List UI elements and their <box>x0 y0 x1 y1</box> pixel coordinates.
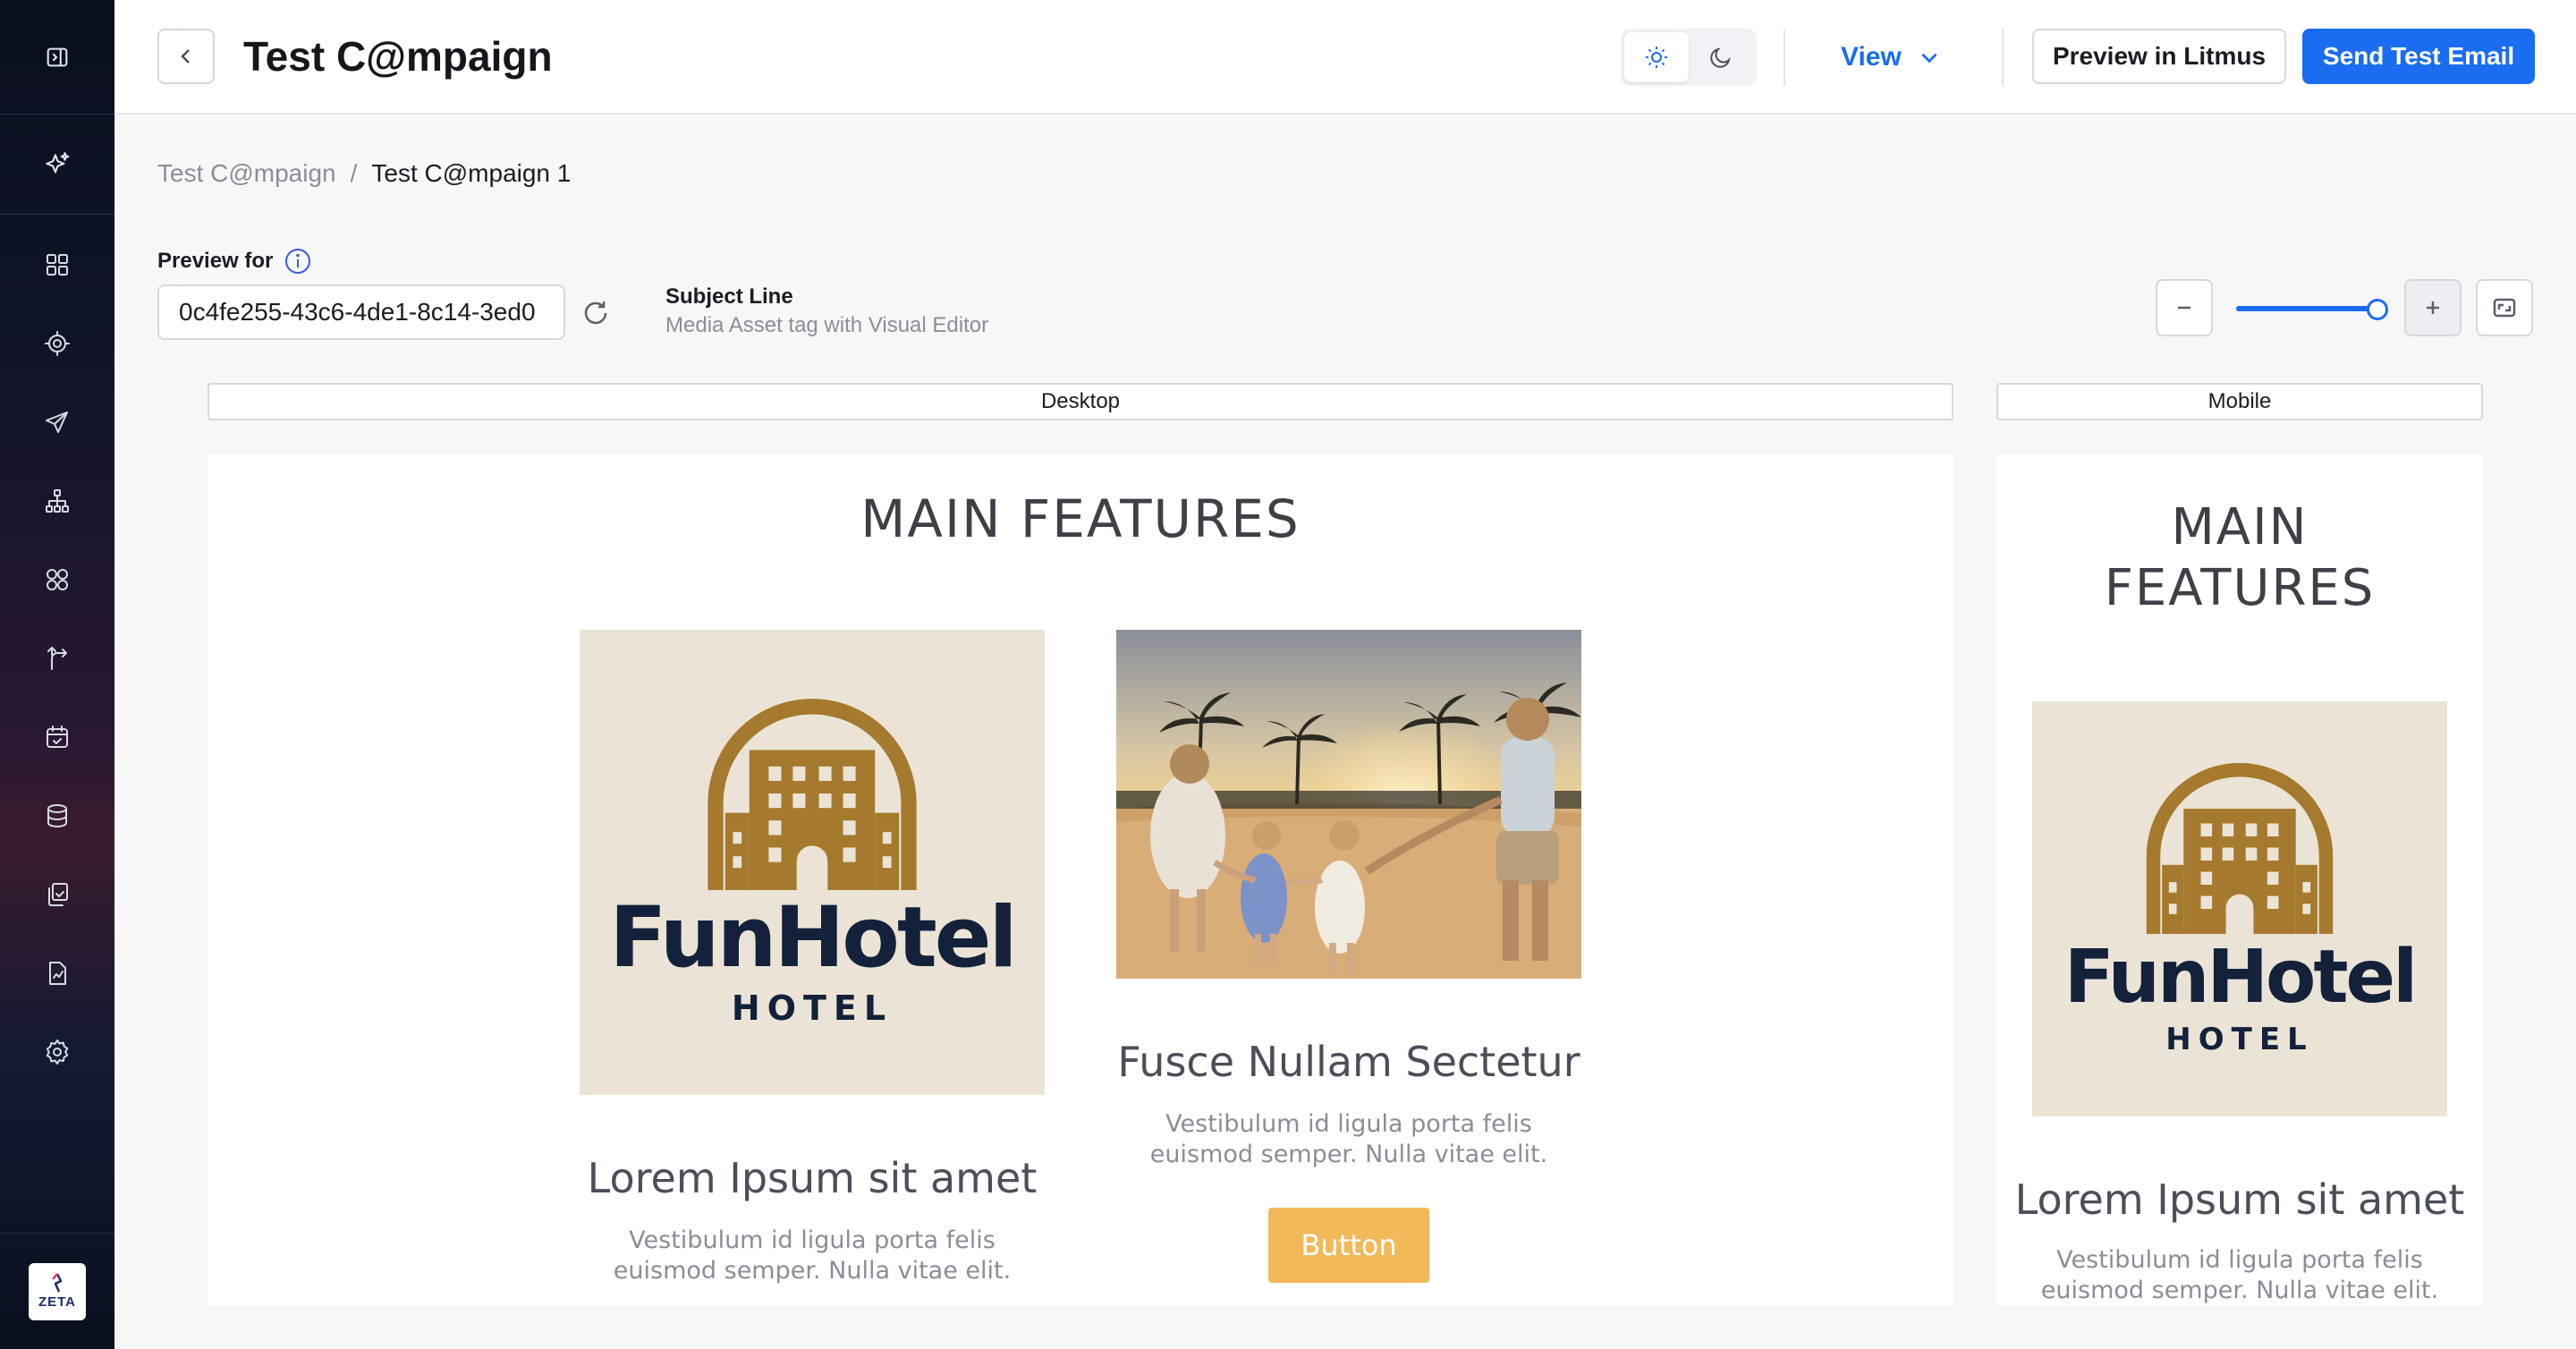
info-icon[interactable] <box>284 247 312 276</box>
sidebar-toggle-icon <box>47 47 68 66</box>
database-icon <box>47 804 67 827</box>
route-icon <box>47 647 67 670</box>
back-button[interactable] <box>157 29 215 84</box>
gear-icon <box>46 1039 69 1065</box>
sidebar-item-dashboard[interactable] <box>36 243 79 286</box>
hotel-building-icon <box>708 699 917 890</box>
send-test-email-button[interactable]: Send Test Email <box>2302 29 2535 84</box>
card2-title: Fusce Nullam Sectetur <box>1117 1038 1580 1086</box>
card2-description: Vestibulum id ligula porta felis euismod… <box>1149 1110 1548 1168</box>
report-icon <box>49 962 66 985</box>
subject-line-value: Media Asset tag with Visual Editor <box>665 313 989 337</box>
sidebar: ZETA <box>0 0 114 1349</box>
view-dropdown[interactable]: View <box>1841 29 1941 86</box>
breadcrumb-current: Test C@mpaign 1 <box>371 159 572 187</box>
sidebar-item-routing[interactable] <box>36 637 79 680</box>
send-icon <box>46 411 68 433</box>
family-beach-image <box>1116 630 1581 979</box>
refresh-preview-button[interactable] <box>578 295 614 331</box>
mobile-card1-description: Vestibulum id ligula porta felis euismod… <box>2040 1246 2439 1304</box>
dashboard-icon <box>47 254 68 276</box>
sidebar-toggle-button[interactable] <box>0 0 114 115</box>
breadcrumb-parent-link[interactable]: Test C@mpaign <box>157 159 336 188</box>
sidebar-item-reports[interactable] <box>36 952 79 995</box>
preview-for-text: Preview for <box>157 249 274 273</box>
hierarchy-icon <box>46 489 69 513</box>
sidebar-item-audience[interactable] <box>36 322 79 365</box>
sidebar-item-campaigns[interactable] <box>36 401 79 444</box>
zoom-slider-thumb[interactable] <box>2367 299 2388 320</box>
page-title: Test C@mpaign <box>243 33 553 80</box>
header-divider <box>1784 29 1785 86</box>
zoom-slider[interactable] <box>2236 299 2388 320</box>
light-mode-button[interactable] <box>1624 32 1689 82</box>
breadcrumb-separator: / <box>350 159 358 187</box>
sidebar-item-settings[interactable] <box>36 1031 79 1073</box>
hotel-logo-image: FunHotel HOTEL <box>580 630 1045 1095</box>
zoom-out-button[interactable] <box>2156 279 2213 336</box>
mobile-email-preview: MAIN FEATURES FunHotel HOTEL Lorem Ipsum… <box>1996 454 2483 1306</box>
preview-for-label: Preview for <box>157 247 312 276</box>
preview-recipient-input[interactable] <box>157 284 565 340</box>
sidebar-item-calendar[interactable] <box>36 716 79 759</box>
tab-desktop[interactable]: Desktop <box>208 383 1953 420</box>
tab-mobile[interactable]: Mobile <box>1996 383 2483 420</box>
breadcrumb: Test C@mpaign / Test C@mpaign 1 <box>157 159 571 188</box>
moon-icon <box>1710 47 1731 68</box>
email-heading: MAIN FEATURES <box>860 488 1301 549</box>
sidebar-item-segments[interactable] <box>36 558 79 601</box>
mobile-hotel-logo-image: FunHotel HOTEL <box>2032 701 2447 1116</box>
chevron-down-icon <box>1921 53 1937 64</box>
mobile-email-heading: MAIN FEATURES <box>2104 498 2376 617</box>
zoom-in-button[interactable] <box>2404 279 2462 336</box>
refresh-icon <box>584 301 607 325</box>
subject-line-label: Subject Line <box>665 284 793 309</box>
dark-mode-button[interactable] <box>1689 32 1753 82</box>
hotel-building-icon <box>2146 762 2334 934</box>
desktop-email-preview: MAIN FEATURES FunHotel HOTEL Lorem Ipsum… <box>208 454 1953 1306</box>
zeta-logo-text: ZETA <box>38 1294 77 1310</box>
email-cta-button[interactable]: Button <box>1268 1208 1429 1283</box>
theme-toggle <box>1621 29 1757 86</box>
segments-icon <box>47 569 68 590</box>
zeta-mark-icon <box>52 1273 63 1293</box>
mobile-card1-title: Lorem Ipsum sit amet <box>2014 1175 2465 1224</box>
logo-wordmark: FunHotel <box>609 889 1018 987</box>
target-icon <box>45 331 70 356</box>
top-header: Test C@mpaign View Preview in Litmus Sen… <box>114 0 2576 115</box>
plus-icon <box>2427 301 2439 314</box>
sun-icon <box>1646 47 1667 68</box>
brand-logo-area: ZETA <box>0 1233 114 1349</box>
fit-screen-icon <box>2493 298 2516 318</box>
minus-icon <box>2178 306 2190 310</box>
logo-subword: HOTEL <box>731 988 894 1028</box>
card1-title: Lorem Ipsum sit amet <box>587 1154 1038 1202</box>
zoom-slider-fill <box>2236 306 2377 311</box>
ai-assistant-button[interactable] <box>0 115 114 215</box>
zeta-logo[interactable]: ZETA <box>29 1262 86 1320</box>
mobile-logo-subword: HOTEL <box>2165 1021 2314 1057</box>
card1-description: Vestibulum id ligula porta felis euismod… <box>613 1226 1012 1285</box>
preview-in-litmus-button[interactable]: Preview in Litmus <box>2032 29 2286 84</box>
beach-photo <box>1116 630 1581 979</box>
view-dropdown-label: View <box>1841 42 1902 72</box>
fit-to-screen-button[interactable] <box>2476 279 2533 336</box>
sidebar-item-journeys[interactable] <box>36 479 79 522</box>
calendar-icon <box>47 725 68 748</box>
copy-icon <box>48 883 68 906</box>
sparkle-icon <box>46 151 70 174</box>
sidebar-item-content[interactable] <box>36 873 79 916</box>
header-divider <box>2002 29 2004 86</box>
sidebar-item-data[interactable] <box>36 794 79 837</box>
chevron-left-icon <box>181 49 190 64</box>
mobile-logo-wordmark: FunHotel <box>2063 934 2419 1020</box>
